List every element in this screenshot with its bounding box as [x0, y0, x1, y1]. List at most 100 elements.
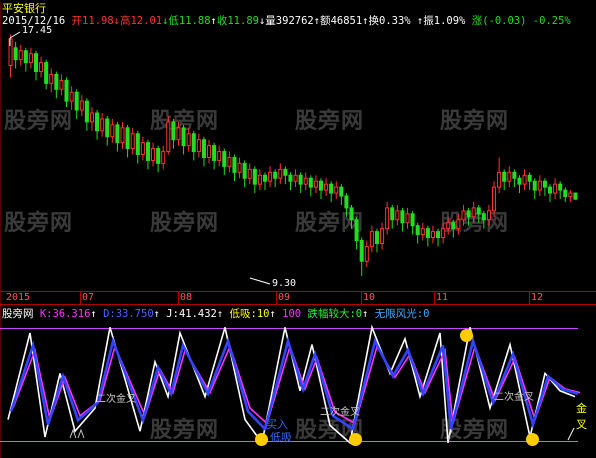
indicator-bright: 无限风光:0 — [374, 308, 430, 320]
candle — [527, 174, 532, 182]
candle — [262, 174, 268, 182]
j-line — [9, 336, 579, 432]
candle — [481, 213, 486, 221]
candle — [181, 127, 186, 147]
candle — [461, 210, 466, 221]
candle — [196, 139, 201, 153]
candle — [349, 207, 354, 221]
candle — [497, 171, 502, 188]
candle — [44, 62, 49, 84]
candle — [354, 219, 359, 241]
candle — [374, 231, 380, 244]
candle — [369, 231, 374, 247]
candle — [395, 210, 400, 221]
candle — [547, 186, 553, 194]
low-marker-line — [249, 277, 271, 285]
candle — [64, 79, 69, 102]
x-axis-ticks — [80, 292, 530, 304]
candle — [33, 53, 39, 73]
candle — [456, 219, 461, 230]
candle — [54, 73, 59, 90]
candle — [308, 177, 313, 188]
candle — [471, 207, 476, 218]
candle — [430, 231, 435, 239]
candle — [339, 186, 344, 197]
candle — [232, 156, 237, 173]
candle — [100, 118, 105, 132]
candle — [8, 38, 13, 67]
candles — [8, 34, 578, 277]
candle — [522, 174, 527, 185]
candle — [273, 171, 278, 179]
candle — [171, 121, 176, 141]
candle — [405, 213, 410, 224]
annotation-gold-cross: 金叉 — [576, 402, 587, 431]
candle — [74, 91, 79, 111]
candle — [23, 50, 28, 64]
candle — [420, 228, 425, 236]
candle — [466, 210, 471, 218]
indicator-low-buy: 低吸:10 — [229, 308, 270, 320]
candle — [364, 245, 369, 262]
candle — [227, 156, 232, 167]
top-smiley-icon — [460, 329, 473, 342]
candle — [191, 133, 196, 153]
candle — [49, 73, 54, 84]
candle — [558, 183, 563, 191]
candle — [283, 168, 288, 176]
candle — [537, 180, 542, 191]
candle — [410, 213, 415, 227]
candle — [573, 192, 578, 200]
candle — [120, 127, 125, 144]
x-label: 10 — [363, 292, 376, 303]
candle — [334, 186, 339, 194]
candle — [222, 151, 227, 167]
candle — [288, 174, 293, 182]
candle — [217, 151, 222, 161]
annotation-low-buy: 低吸 — [270, 431, 292, 444]
candle — [303, 177, 308, 185]
buy-smiley-icon — [526, 433, 539, 446]
candle — [115, 124, 120, 144]
candle — [125, 127, 130, 150]
candle — [359, 239, 364, 262]
candle — [156, 148, 161, 164]
candle — [207, 145, 212, 158]
candle — [329, 183, 334, 194]
candle — [161, 151, 166, 164]
candle — [18, 50, 23, 61]
candle — [502, 171, 507, 182]
signal-mark — [69, 428, 85, 439]
candle — [298, 174, 303, 185]
candle — [89, 112, 94, 123]
x-label: 09 — [278, 292, 291, 303]
candle — [532, 180, 537, 191]
candle — [247, 168, 252, 179]
candle — [257, 174, 262, 185]
candle — [385, 207, 390, 230]
candle — [201, 139, 206, 158]
indicator-level-100: 100 — [282, 308, 302, 320]
candle — [252, 168, 257, 185]
candle — [95, 112, 100, 132]
d-line — [12, 343, 581, 425]
candle — [130, 133, 135, 150]
candle — [79, 100, 84, 111]
candle — [278, 168, 283, 179]
x-label: 11 — [436, 292, 449, 303]
annotation-second-cross: 二次金叉 — [494, 392, 534, 403]
indicator-j: J:41.432 — [166, 308, 217, 320]
x-label: 2015 — [6, 292, 31, 303]
candle — [436, 231, 441, 239]
buy-smiley-icon — [255, 433, 268, 446]
candle — [318, 180, 324, 191]
indicator-oversold: 跌幅较大:0 — [307, 308, 363, 320]
candle — [441, 228, 446, 239]
candle — [486, 210, 491, 221]
candle — [105, 118, 110, 138]
candle — [110, 124, 115, 138]
candle — [568, 192, 573, 198]
annotation-second-cross: 二次金叉 — [320, 407, 360, 418]
candle — [59, 79, 64, 90]
indicator-bar: 股旁网 K:36.316↑ D:33.750↑ J:41.432↑ 低吸:10↑… — [2, 308, 430, 320]
